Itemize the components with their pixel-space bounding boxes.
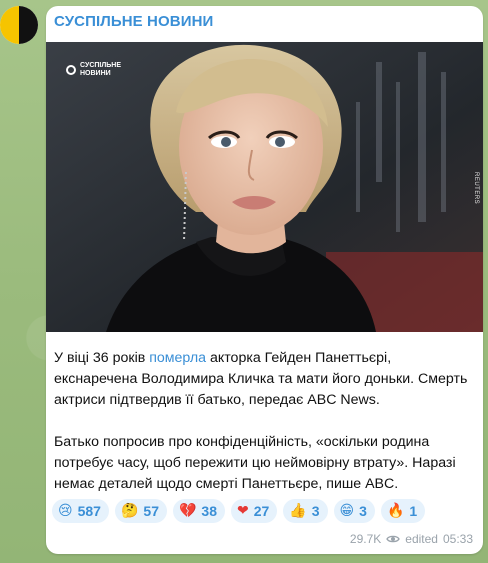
- reaction-heart[interactable]: ❤ 27: [231, 499, 278, 523]
- red-heart-icon: ❤: [237, 503, 249, 519]
- reaction-count: 57: [143, 503, 159, 519]
- reaction-count: 3: [311, 503, 320, 519]
- message-bubble: СУСПІЛЬНЕ НОВИНИ СУСПІЛЬНЕ НОВИНИ REUTER…: [46, 6, 483, 554]
- photo-watermark: СУСПІЛЬНЕ НОВИНИ: [66, 62, 121, 78]
- thumbs-up-icon: 👍: [289, 503, 307, 519]
- watermark-line-1: СУСПІЛЬНЕ: [80, 62, 122, 69]
- reaction-crying[interactable]: 😢 587: [52, 499, 109, 523]
- eye-icon: [386, 535, 401, 543]
- paragraph-1-start: У віці 36 років: [54, 350, 150, 366]
- thinking-face-icon: 🤔: [120, 503, 139, 519]
- watermark-line-2: НОВИНИ: [80, 70, 111, 77]
- channel-avatar[interactable]: [0, 6, 38, 44]
- reaction-fire[interactable]: 🔥 1: [380, 499, 426, 523]
- post-paragraph-1: У віці 36 років померла акторка Гейден П…: [54, 348, 474, 411]
- message-meta: 29.7K edited 05:33: [350, 532, 473, 546]
- broken-heart-icon: 💔: [178, 503, 197, 519]
- crying-face-icon: 😢: [58, 503, 73, 519]
- suspilne-logo-icon: [66, 65, 76, 75]
- post-text: У віці 36 років померла акторка Гейден П…: [54, 348, 474, 516]
- view-count: 29.7K: [349, 532, 382, 546]
- reaction-count: 1: [409, 503, 418, 519]
- post-link[interactable]: померла: [149, 350, 206, 366]
- reaction-count: 38: [201, 503, 217, 519]
- message-time: 05:33: [442, 532, 473, 546]
- reaction-broken-heart[interactable]: 💔 38: [172, 499, 225, 523]
- photo-illustration: [46, 42, 483, 332]
- reaction-grinning[interactable]: 😁 3: [333, 499, 375, 523]
- reaction-count: 3: [359, 503, 367, 519]
- fire-icon: 🔥: [386, 503, 405, 519]
- edited-label: edited: [405, 532, 438, 546]
- grinning-face-icon: 😁: [339, 503, 355, 519]
- photo-credit: REUTERS: [473, 172, 479, 205]
- reaction-count: 587: [77, 503, 101, 519]
- avatar-yellow-half: [0, 6, 19, 44]
- reaction-count: 27: [253, 503, 270, 519]
- reaction-thinking[interactable]: 🤔 57: [114, 499, 167, 523]
- channel-name[interactable]: СУСПІЛЬНЕ НОВИНИ: [54, 13, 213, 30]
- post-paragraph-2: Батько попросив про конфіденційність, «о…: [54, 434, 456, 492]
- reaction-thumbs-up[interactable]: 👍 3: [283, 499, 328, 523]
- post-photo[interactable]: СУСПІЛЬНЕ НОВИНИ REUTERS: [46, 42, 483, 332]
- avatar-dark-half: [19, 6, 38, 44]
- reactions-bar: 😢 587 🤔 57 💔 38 ❤ 27 👍 3 😁 3 🔥 1: [52, 499, 426, 523]
